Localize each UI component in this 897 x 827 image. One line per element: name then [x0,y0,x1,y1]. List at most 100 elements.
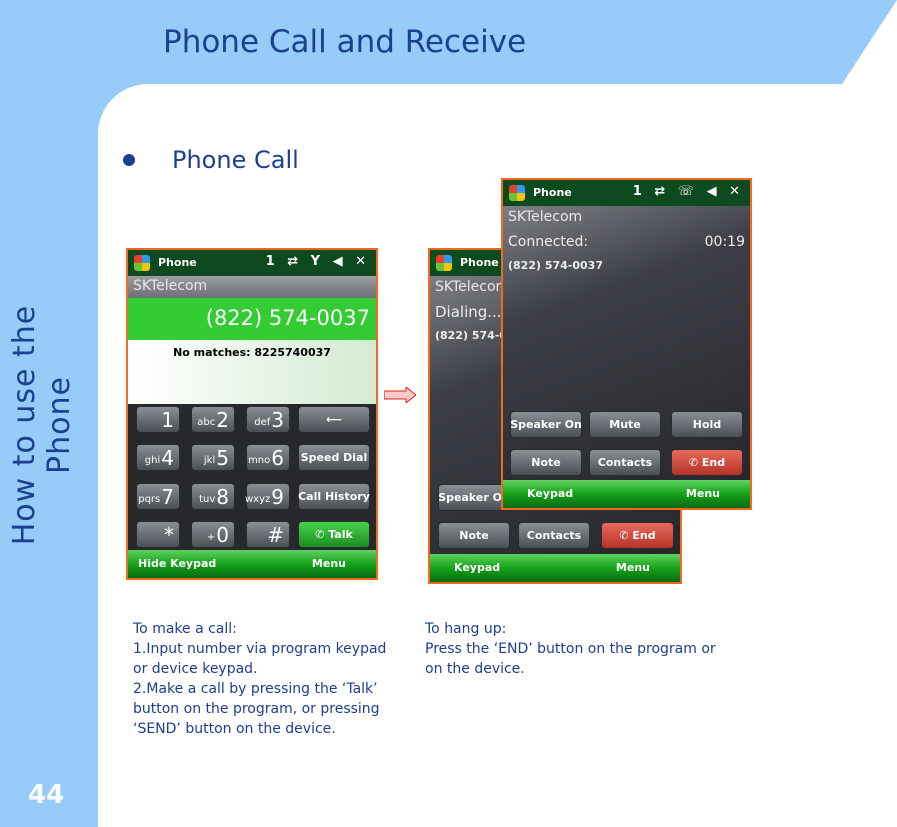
key-*[interactable]: * [136,521,180,548]
end-label: End [701,456,726,469]
key-3[interactable]: def 3 [246,406,290,433]
phone-icon: ✆ [688,456,702,469]
call-status: Connected: [508,234,589,250]
keypad-button[interactable]: Keypad [454,561,500,574]
key-letters: wxyz [245,494,271,505]
hangup-instructions: To hang up: Press the ‘END’ button on th… [425,619,716,679]
key-label: ⟵ [326,413,342,426]
key-label: # [267,522,284,547]
hide-keypad-button[interactable]: Hide Keypad [138,557,216,570]
page-number: 44 [28,780,65,810]
key-label: 6 [271,445,284,470]
key-⟵[interactable]: ⟵ [298,406,370,433]
menu-button[interactable]: Menu [312,557,346,570]
key-speed-dial[interactable]: Speed Dial [298,444,370,471]
key-#[interactable]: # [246,521,290,548]
end-label: End [632,529,656,542]
call-timer: 00:19 [704,234,745,250]
phone-icon: ✆ [619,529,633,542]
app-name: Phone [533,186,572,199]
contacts-button[interactable]: Contacts [589,449,661,476]
contacts-button[interactable]: Contacts [518,522,590,549]
carrier-name: SKTelecom [435,279,510,295]
key-label: 1 [161,407,174,432]
title-bar: Phone 1 ⇄ ☏ ◀ ✕ [503,180,750,206]
instruction-line: To make a call: [133,621,237,637]
key-letters: tuv [199,494,216,505]
chapter-title: How to use the Phone [7,304,77,546]
call-status: Dialing... [435,303,502,321]
speaker-on-button[interactable]: Speaker On [510,411,582,438]
soft-key-bar: Keypad Menu [503,480,750,508]
instruction-line: ‘SEND’ button on the device. [133,721,336,737]
speaker-on-button[interactable]: Speaker On [438,484,510,511]
title-bar: Phone 1 ⇄ Y ◀ ✕ [128,250,376,276]
bullet-icon [123,154,135,166]
instruction-line: button on the program, or pressing [133,701,380,717]
key-7[interactable]: pqrs 7 [136,483,180,510]
mute-button[interactable]: Mute [589,411,661,438]
key-label: * [164,522,174,547]
key-2[interactable]: abc 2 [191,406,235,433]
number-display: (822) 574-0037 [128,298,376,340]
key-label: Talk [328,528,353,541]
key-label: Speed Dial [300,451,368,464]
key-5[interactable]: jkl 5 [191,444,235,471]
start-icon[interactable] [509,185,525,201]
match-text: No matches: 8225740037 [128,340,376,404]
phone-number: (822) 574-0037 [508,259,603,272]
key-6[interactable]: mno 6 [246,444,290,471]
dial-screen: Phone 1 ⇄ Y ◀ ✕ SKTelecom (822) 574-0037 … [126,248,378,580]
key-1[interactable]: 1 [136,406,180,433]
page-title: Phone Call and Receive [163,24,527,60]
call-instructions: To make a call: 1.Input number via progr… [133,619,386,739]
key-label: 9 [271,484,284,509]
key-4[interactable]: ghi 4 [136,444,180,471]
section-heading: Phone Call [172,146,299,174]
status-icons: 1 ⇄ Y ◀ ✕ [265,254,370,269]
keypad-button[interactable]: Keypad [527,487,573,500]
end-button[interactable]: ✆ End [601,522,674,549]
instruction-line: 1.Input number via program keypad [133,641,387,657]
connected-screen: Phone 1 ⇄ ☏ ◀ ✕ SKTelecom Connected: 00:1… [501,178,752,510]
key-letters: pqrs [138,494,161,505]
key-letters: mno [248,455,271,466]
key-label: Call History [298,490,370,503]
key-label: 3 [271,407,284,432]
carrier-name: SKTelecom [133,278,208,294]
key-8[interactable]: tuv 8 [191,483,235,510]
menu-button[interactable]: Menu [616,561,650,574]
status-icons: 1 ⇄ ☏ ◀ ✕ [632,184,744,199]
instruction-line: or device keypad. [133,661,258,677]
arrow-right-icon [384,387,416,403]
menu-button[interactable]: Menu [686,487,720,500]
key-call-history[interactable]: Call History [298,483,370,510]
key-0[interactable]: +0 [191,521,235,548]
instruction-line: Press the ‘END’ button on the program or [425,641,716,657]
key-label: 8 [216,484,229,509]
start-icon[interactable] [436,255,452,271]
hold-button[interactable]: Hold [671,411,743,438]
app-name: Phone [158,256,197,269]
soft-key-bar: Hide Keypad Menu [128,550,376,578]
key-label: 2 [216,407,229,432]
start-icon[interactable] [134,255,150,271]
key-talk[interactable]: ✆ Talk [298,521,370,548]
key-label: 4 [161,445,174,470]
key-9[interactable]: wxyz 9 [245,483,290,510]
key-label: 7 [161,484,174,509]
soft-key-bar: Keypad Menu [430,554,680,582]
instruction-line: 2.Make a call by pressing the ‘Talk’ [133,681,378,697]
note-button[interactable]: Note [510,449,582,476]
key-letters: + [206,532,216,543]
key-label: 5 [216,445,229,470]
app-name: Phone [460,256,499,269]
key-letters: abc [197,417,216,428]
end-button[interactable]: ✆ End [671,449,743,476]
phone-icon: ✆ [315,528,329,541]
key-letters: jkl [203,455,216,466]
carrier-name: SKTelecom [508,209,583,225]
key-letters: def [254,417,271,428]
instruction-line: on the device. [425,661,525,677]
note-button[interactable]: Note [438,522,510,549]
